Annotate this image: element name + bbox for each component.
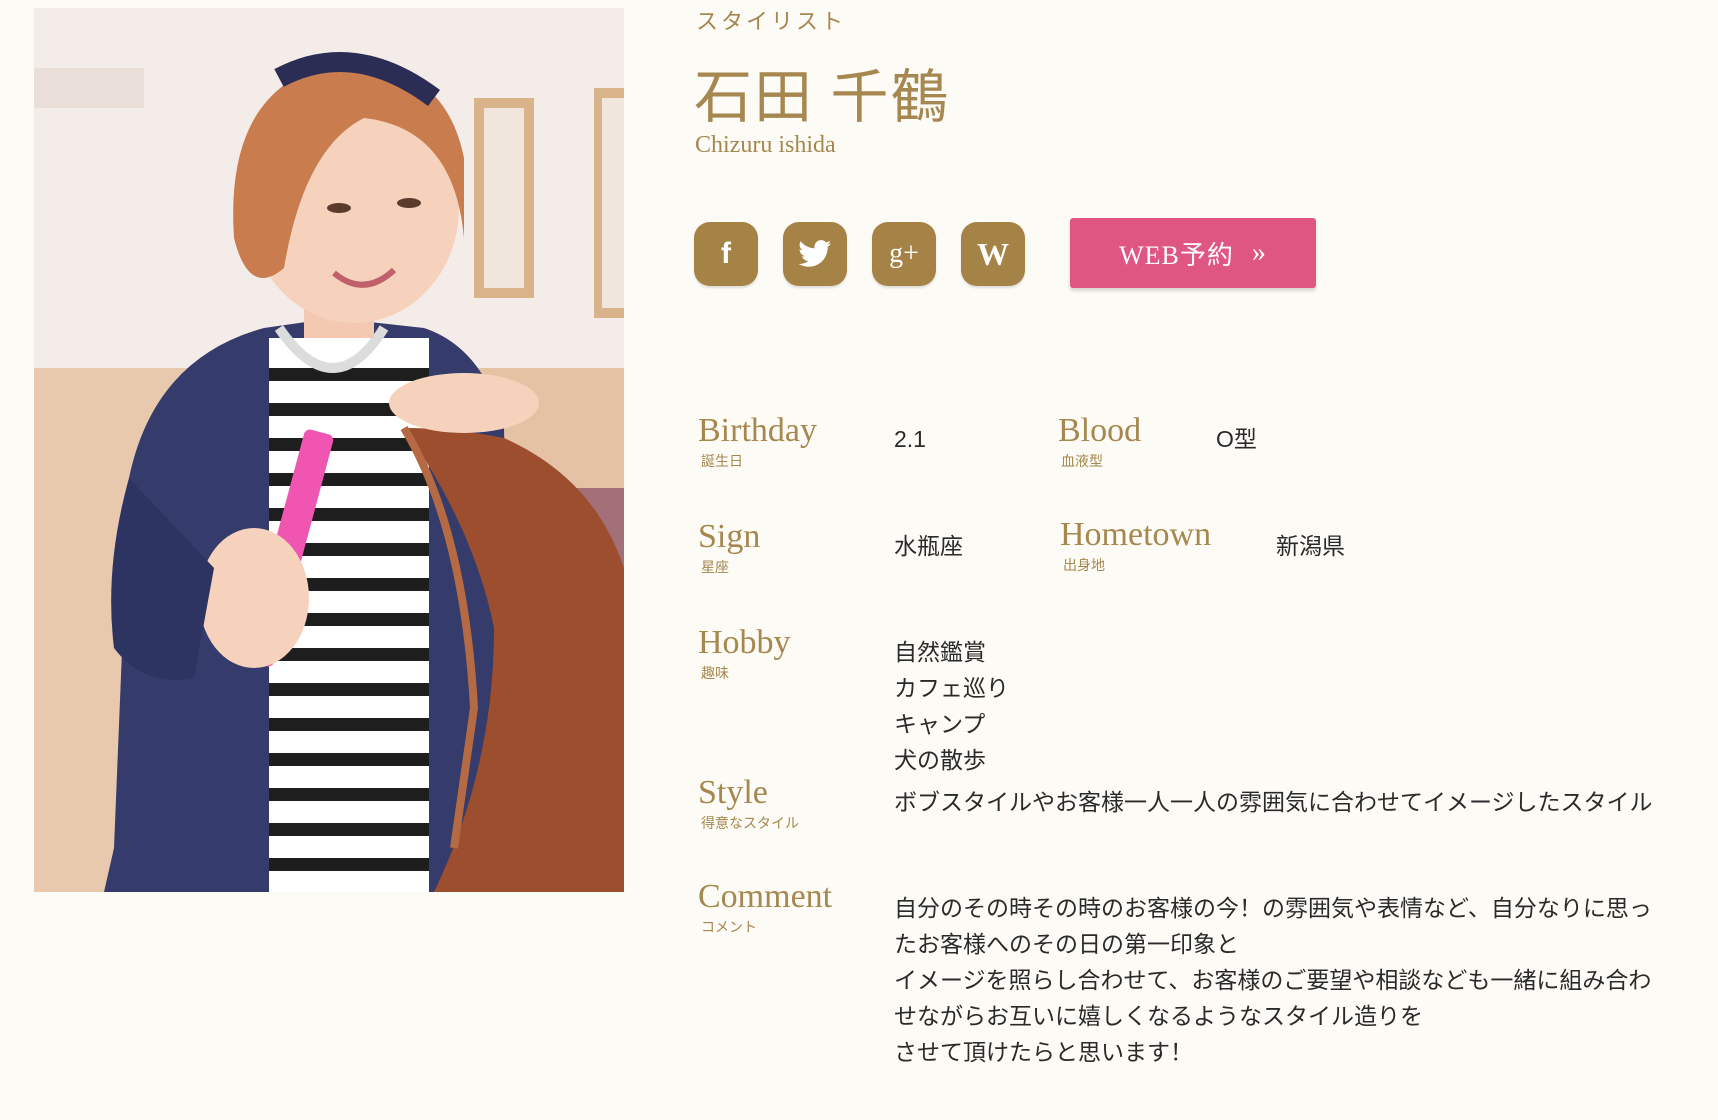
social-links: f g+ W xyxy=(694,222,1025,286)
comment-line: たお客様へのその日の第一印象と xyxy=(894,931,1239,957)
value-sign: 水瓶座 xyxy=(894,533,963,559)
label-blood: Blood 血液型 xyxy=(1058,412,1141,470)
label-blood-en: Blood xyxy=(1058,412,1142,449)
web-reservation-button[interactable]: WEB予約 » xyxy=(1070,218,1316,288)
wordpress-icon: W xyxy=(977,235,1009,272)
label-style: Style 得意なスタイル xyxy=(698,774,799,832)
label-sign: Sign 星座 xyxy=(698,518,760,576)
label-comment-en: Comment xyxy=(698,878,833,915)
label-sign-jp: 星座 xyxy=(701,559,729,575)
stylist-name-roman: Chizuru ishida xyxy=(695,132,836,158)
twitter-button[interactable] xyxy=(783,222,847,286)
label-hometown: Hometown 出身地 xyxy=(1060,516,1211,574)
label-hobby-jp: 趣味 xyxy=(701,665,729,681)
facebook-icon: f xyxy=(721,237,731,270)
value-hobby-list: 自然鑑賞 カフェ巡り キャンプ 犬の散歩 xyxy=(894,634,1009,778)
label-style-en: Style xyxy=(698,774,768,811)
stylist-name: 石田 千鶴 xyxy=(694,65,951,130)
comment-line: 自分のその時その時のお客様の今！の雰囲気や表情など、自分なりに思っ xyxy=(894,895,1652,921)
facebook-button[interactable]: f xyxy=(694,222,758,286)
hobby-item: 犬の散歩 xyxy=(894,747,986,773)
value-style: ボブスタイルやお客様一人一人の雰囲気に合わせてイメージしたスタイル xyxy=(894,789,1653,815)
label-hometown-jp: 出身地 xyxy=(1063,557,1105,573)
wordpress-button[interactable]: W xyxy=(961,222,1025,286)
label-birthday-en: Birthday xyxy=(698,412,817,449)
label-hometown-en: Hometown xyxy=(1060,516,1212,553)
label-birthday: Birthday 誕生日 xyxy=(698,412,817,470)
google-plus-icon: g+ xyxy=(889,238,919,269)
comment-line: せながらお互いに嬉しくなるようなスタイル造りを xyxy=(894,1003,1423,1029)
label-birthday-jp: 誕生日 xyxy=(701,453,743,469)
chevron-double-right-icon: » xyxy=(1251,237,1267,268)
value-birthday: 2.1 xyxy=(894,426,926,452)
label-comment: Comment コメント xyxy=(698,878,832,936)
value-blood: O型 xyxy=(1216,426,1257,452)
label-hobby-en: Hobby xyxy=(698,624,791,661)
stylist-role: スタイリスト xyxy=(696,9,847,34)
label-hobby: Hobby 趣味 xyxy=(698,624,791,682)
web-reservation-label: WEB予約 xyxy=(1119,240,1234,270)
stylist-photo xyxy=(34,8,624,892)
hobby-item: キャンプ xyxy=(894,711,986,737)
label-style-jp: 得意なスタイル xyxy=(701,815,799,831)
value-comment: 自分のその時その時のお客様の今！の雰囲気や表情など、自分なりに思っ たお客様への… xyxy=(894,890,1652,1070)
hobby-item: 自然鑑賞 xyxy=(894,639,986,665)
label-comment-jp: コメント xyxy=(701,919,757,935)
comment-line: イメージを照らし合わせて、お客様のご要望や相談なども一緒に組み合わ xyxy=(894,967,1652,993)
label-sign-en: Sign xyxy=(698,518,761,555)
twitter-icon xyxy=(798,240,832,267)
label-blood-jp: 血液型 xyxy=(1061,453,1103,469)
google-plus-button[interactable]: g+ xyxy=(872,222,936,286)
value-hometown: 新潟県 xyxy=(1276,533,1345,559)
hobby-item: カフェ巡り xyxy=(894,675,1009,701)
comment-line: させて頂けたらと思います！ xyxy=(894,1039,1193,1065)
